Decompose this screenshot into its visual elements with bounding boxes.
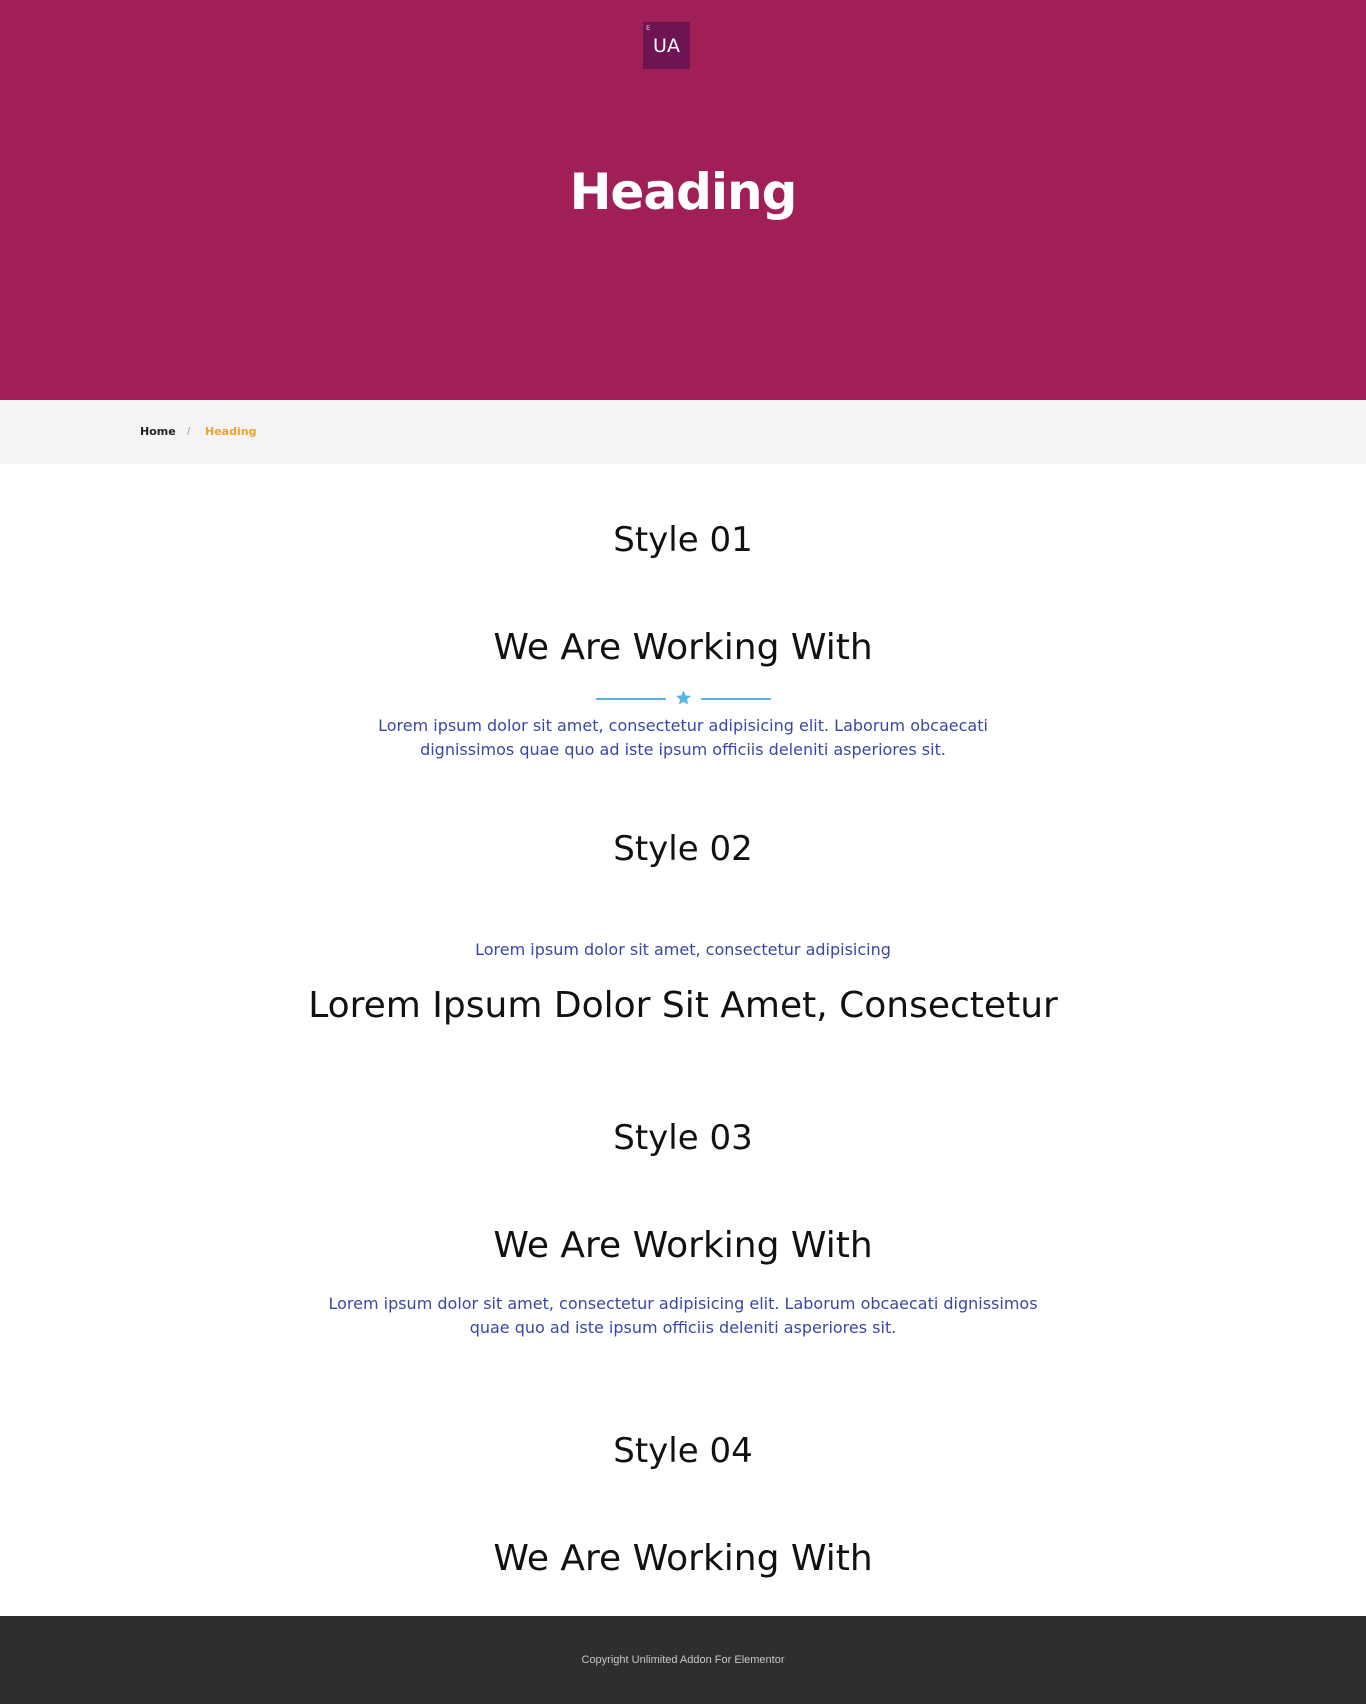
footer: Copyright Unlimited Addon For Elementor [0,1616,1366,1704]
page-title: Heading [569,163,798,221]
style-02-heading: Lorem Ipsum Dolor Sit Amet, Consectetur [308,985,1058,1026]
breadcrumb: Home / Heading [0,400,1366,464]
star-divider [596,688,771,708]
style-01-heading: We Are Working With [493,627,873,668]
star-icon [676,690,691,705]
style-03-heading: We Are Working With [493,1225,873,1266]
style-03-text-wrap: Lorem ipsum dolor sit amet, consectetur … [0,1292,1366,1340]
style-02-subtitle: Lorem ipsum dolor sit amet, consectetur … [475,940,891,959]
style-04-heading: We Are Working With [493,1538,873,1579]
style-03-text: Lorem ipsum dolor sit amet, consectetur … [328,1294,1038,1337]
breadcrumb-separator: / [187,426,191,437]
logo-text: UA [653,35,680,57]
logo[interactable]: E UA [643,22,690,69]
page-header: E UA Heading [0,0,1366,400]
style-01-label: Style 01 [613,520,753,560]
style-01-text: Lorem ipsum dolor sit amet, consectetur … [378,716,988,759]
breadcrumb-home-link[interactable]: Home [140,425,176,438]
divider-line-right [701,698,771,700]
divider-line-left [596,698,666,700]
style-04-label: Style 04 [613,1431,753,1471]
style-01-text-wrap: Lorem ipsum dolor sit amet, consectetur … [0,714,1366,762]
footer-copyright: Copyright Unlimited Addon For Elementor [581,1654,785,1666]
breadcrumb-current: Heading [205,425,257,438]
style-03-label: Style 03 [613,1118,753,1158]
style-02-label: Style 02 [613,829,753,869]
